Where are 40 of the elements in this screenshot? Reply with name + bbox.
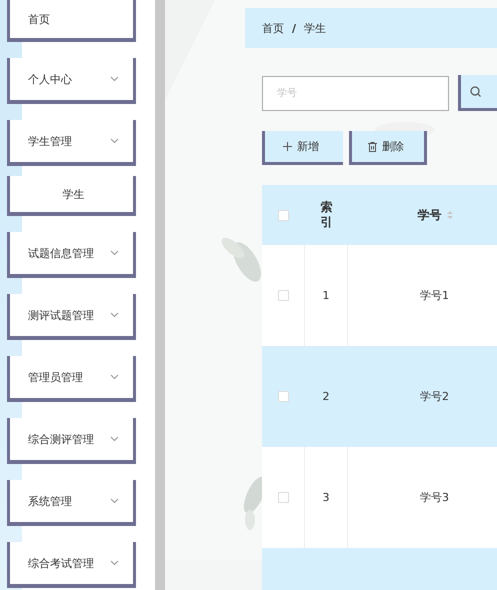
chevron-down-icon: [110, 138, 119, 144]
menu-item[interactable]: 综合考试管理: [7, 542, 136, 588]
breadcrumb-item: 学生: [304, 20, 326, 36]
row-checkbox[interactable]: [278, 391, 288, 402]
row-checkbox[interactable]: [278, 492, 288, 503]
sort-icon[interactable]: [446, 210, 452, 220]
chevron-down-icon: [110, 498, 119, 504]
row-checkbox[interactable]: [278, 290, 288, 301]
menu-item[interactable]: 系统管理: [7, 480, 136, 526]
add-button[interactable]: 新增: [262, 131, 343, 165]
menu-item[interactable]: 个人中心: [7, 58, 136, 104]
select-all-checkbox[interactable]: [278, 210, 289, 220]
table-cell: 1: [322, 289, 330, 302]
menu-item[interactable]: 首页: [7, 0, 136, 42]
table-cell: 学号3: [420, 490, 449, 505]
menu-item[interactable]: 试题信息管理: [7, 232, 136, 278]
trash-icon: [368, 142, 377, 152]
chevron-down-icon: [110, 76, 119, 82]
table-cell: 学号2: [420, 389, 449, 404]
chevron-down-icon: [110, 436, 119, 442]
chevron-down-icon: [110, 250, 119, 256]
menu-item[interactable]: 管理员管理: [7, 356, 136, 402]
column-header[interactable]: 学号: [418, 206, 442, 224]
table-cell: 2: [322, 390, 330, 403]
delete-button[interactable]: 删除: [349, 131, 427, 165]
search-icon: [470, 86, 481, 97]
menu-item[interactable]: 学生管理: [7, 120, 136, 166]
chevron-down-icon: [110, 312, 119, 318]
chevron-down-icon: [110, 560, 119, 566]
breadcrumb-separator: /: [292, 22, 296, 34]
submenu-item[interactable]: 学生: [7, 176, 136, 216]
plus-icon: [283, 142, 292, 151]
menu-item[interactable]: 综合测评管理: [7, 418, 136, 464]
chevron-down-icon: [110, 374, 119, 380]
search-field[interactable]: 学号: [262, 76, 449, 110]
breadcrumb-item[interactable]: 首页: [262, 20, 284, 36]
table-cell: 3: [322, 491, 330, 504]
table-cell: 学号1: [420, 288, 449, 303]
menu-item[interactable]: 测评试题管理: [7, 294, 136, 340]
column-header: 索引: [320, 200, 333, 230]
